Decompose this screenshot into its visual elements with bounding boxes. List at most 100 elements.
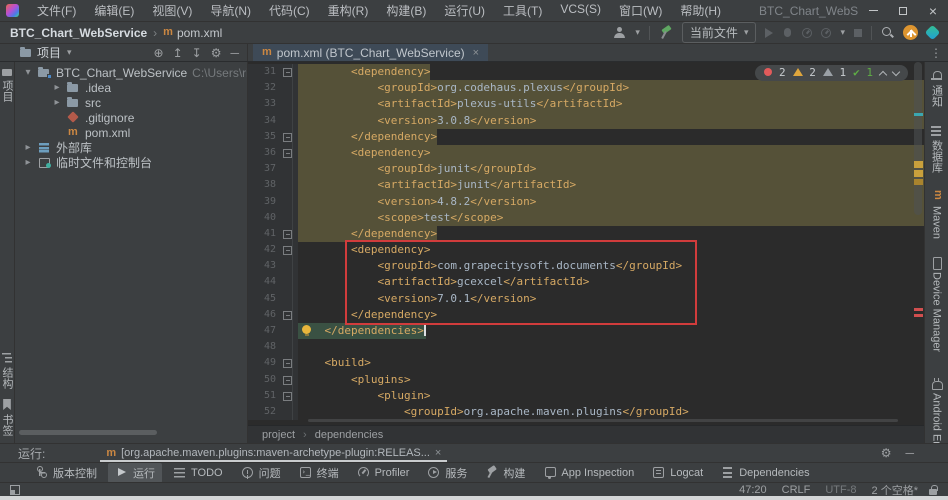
breadcrumb-file[interactable]: mpom.xml	[163, 26, 222, 40]
breadcrumb-project-tag[interactable]: project	[262, 429, 295, 441]
profiler-button[interactable]	[802, 28, 812, 38]
breadcrumb-dependencies-tag[interactable]: dependencies	[315, 429, 384, 441]
line-number[interactable]: 50	[248, 372, 280, 388]
tool-window-button[interactable]: TODO	[166, 464, 230, 481]
panel-action-icon[interactable]: ↥	[173, 46, 183, 60]
editor-pane[interactable]: 31 <dependency> 32 <groupId>org.codehaus…	[248, 62, 924, 443]
tool-button[interactable]: Device Manager	[931, 252, 943, 357]
panel-action-icon[interactable]: ⚙	[881, 446, 892, 460]
fold-gutter[interactable]	[280, 96, 298, 112]
fold-gutter[interactable]	[280, 161, 298, 177]
fold-gutter[interactable]	[280, 274, 298, 290]
tool-window-button[interactable]: Dependencies	[714, 464, 816, 481]
line-number[interactable]: 43	[248, 258, 280, 274]
tool-window-button[interactable]: App Inspection	[536, 464, 641, 481]
fold-gutter[interactable]	[280, 129, 298, 145]
editor-vertical-scrollbar[interactable]	[914, 62, 922, 215]
menu-item[interactable]: 编辑(E)	[86, 0, 142, 21]
tree-item[interactable]: ▸ src	[15, 95, 247, 110]
tool-window-button[interactable]: 版本控制	[28, 463, 104, 483]
coverage-button[interactable]	[821, 28, 831, 38]
tree-horizontal-scrollbar[interactable]	[19, 430, 157, 435]
tool-button-project[interactable]: 项目	[0, 64, 15, 107]
tree-item[interactable]: ▾ BTC_Chart_WebService C:\Users\richardh…	[15, 65, 247, 80]
tab-close-icon[interactable]: ×	[435, 447, 441, 459]
panel-action-icon[interactable]: ─	[905, 446, 914, 460]
fold-gutter[interactable]	[280, 291, 298, 307]
tree-item[interactable]: pom.xml	[15, 125, 247, 140]
line-ending[interactable]: CRLF	[782, 484, 811, 496]
fold-gutter[interactable]	[280, 388, 298, 404]
next-problem-icon[interactable]	[892, 67, 900, 75]
tool-window-button[interactable]: 运行	[108, 463, 162, 483]
minimize-button[interactable]	[858, 0, 888, 21]
tool-window-button[interactable]: 构建	[478, 463, 532, 483]
fold-gutter[interactable]	[280, 307, 298, 323]
fold-gutter[interactable]	[280, 145, 298, 161]
line-number[interactable]: 49	[248, 355, 280, 371]
tab-overflow-menu-icon[interactable]: ⋮	[930, 44, 942, 61]
tool-button[interactable]: 通知	[929, 65, 945, 112]
line-number[interactable]: 52	[248, 404, 280, 420]
tree-item[interactable]: .gitignore	[15, 110, 247, 125]
panel-action-icon[interactable]: ↧	[192, 46, 202, 60]
tree-item[interactable]: ▸ 外部库	[15, 140, 247, 155]
editor-horizontal-scrollbar[interactable]	[308, 419, 898, 422]
maximize-button[interactable]	[888, 0, 918, 21]
line-number[interactable]: 39	[248, 194, 280, 210]
menu-item[interactable]: 工具(T)	[495, 0, 550, 21]
close-button[interactable]: ×	[918, 0, 948, 21]
panel-action-icon[interactable]: ─	[230, 46, 239, 60]
encoding[interactable]: UTF-8	[825, 484, 856, 496]
project-panel-title[interactable]: 项目	[37, 44, 61, 61]
tool-button[interactable]: Maven	[931, 186, 943, 244]
tool-button[interactable]: 数据库	[929, 120, 945, 178]
line-number[interactable]: 51	[248, 388, 280, 404]
prev-problem-icon[interactable]	[879, 70, 887, 78]
menu-item[interactable]: 窗口(W)	[611, 0, 670, 21]
run-configuration-select[interactable]: 当前文件▾	[682, 22, 757, 43]
line-number[interactable]: 35	[248, 129, 280, 145]
fold-gutter[interactable]	[280, 355, 298, 371]
build-hammer-icon[interactable]	[659, 26, 673, 39]
tree-chevron-icon[interactable]: ▸	[52, 97, 62, 108]
line-number[interactable]: 42	[248, 242, 280, 258]
line-number[interactable]: 40	[248, 210, 280, 226]
line-number[interactable]: 38	[248, 177, 280, 193]
assistant-gem-icon[interactable]	[925, 25, 941, 41]
menu-item[interactable]: 代码(C)	[261, 0, 318, 21]
debug-button[interactable]	[782, 27, 793, 38]
tool-window-button[interactable]: Logcat	[645, 464, 710, 481]
breadcrumb-project[interactable]: BTC_Chart_WebService	[10, 26, 147, 40]
tree-chevron-icon[interactable]: ▾	[23, 67, 33, 78]
chevron-down-icon[interactable]: ▾	[67, 47, 72, 58]
line-number[interactable]: 33	[248, 96, 280, 112]
editor-tab[interactable]: m pom.xml (BTC_Chart_WebService) ×	[253, 44, 488, 61]
menu-item[interactable]: 构建(B)	[378, 0, 434, 21]
search-everywhere-icon[interactable]	[881, 26, 894, 39]
panel-action-icon[interactable]: ⊕	[154, 46, 164, 60]
tool-button[interactable]: 结构	[0, 347, 15, 394]
fold-gutter[interactable]	[280, 177, 298, 193]
tab-close-icon[interactable]: ×	[473, 47, 479, 59]
fold-gutter[interactable]	[280, 339, 298, 355]
line-number[interactable]: 34	[248, 113, 280, 129]
fold-gutter[interactable]	[280, 210, 298, 226]
stop-button[interactable]	[854, 29, 862, 37]
line-number[interactable]: 41	[248, 226, 280, 242]
fold-gutter[interactable]	[280, 323, 298, 339]
fold-gutter[interactable]	[280, 113, 298, 129]
line-number[interactable]: 37	[248, 161, 280, 177]
tool-button[interactable]: 书签	[0, 394, 15, 441]
line-number[interactable]: 31	[248, 64, 280, 80]
tool-window-switcher-icon[interactable]	[10, 485, 20, 495]
fold-gutter[interactable]	[280, 80, 298, 96]
update-available-icon[interactable]	[903, 25, 918, 40]
menu-item[interactable]: 文件(F)	[29, 0, 84, 21]
inspections-widget[interactable]: 2 2 1 ✔ 1	[755, 65, 908, 81]
fold-gutter[interactable]	[280, 226, 298, 242]
run-config-tab[interactable]: m [org.apache.maven.plugins:maven-archet…	[100, 444, 447, 462]
tool-window-button[interactable]: 服务	[420, 463, 474, 483]
line-number[interactable]: 48	[248, 339, 280, 355]
tree-item[interactable]: ▸ .idea	[15, 80, 247, 95]
